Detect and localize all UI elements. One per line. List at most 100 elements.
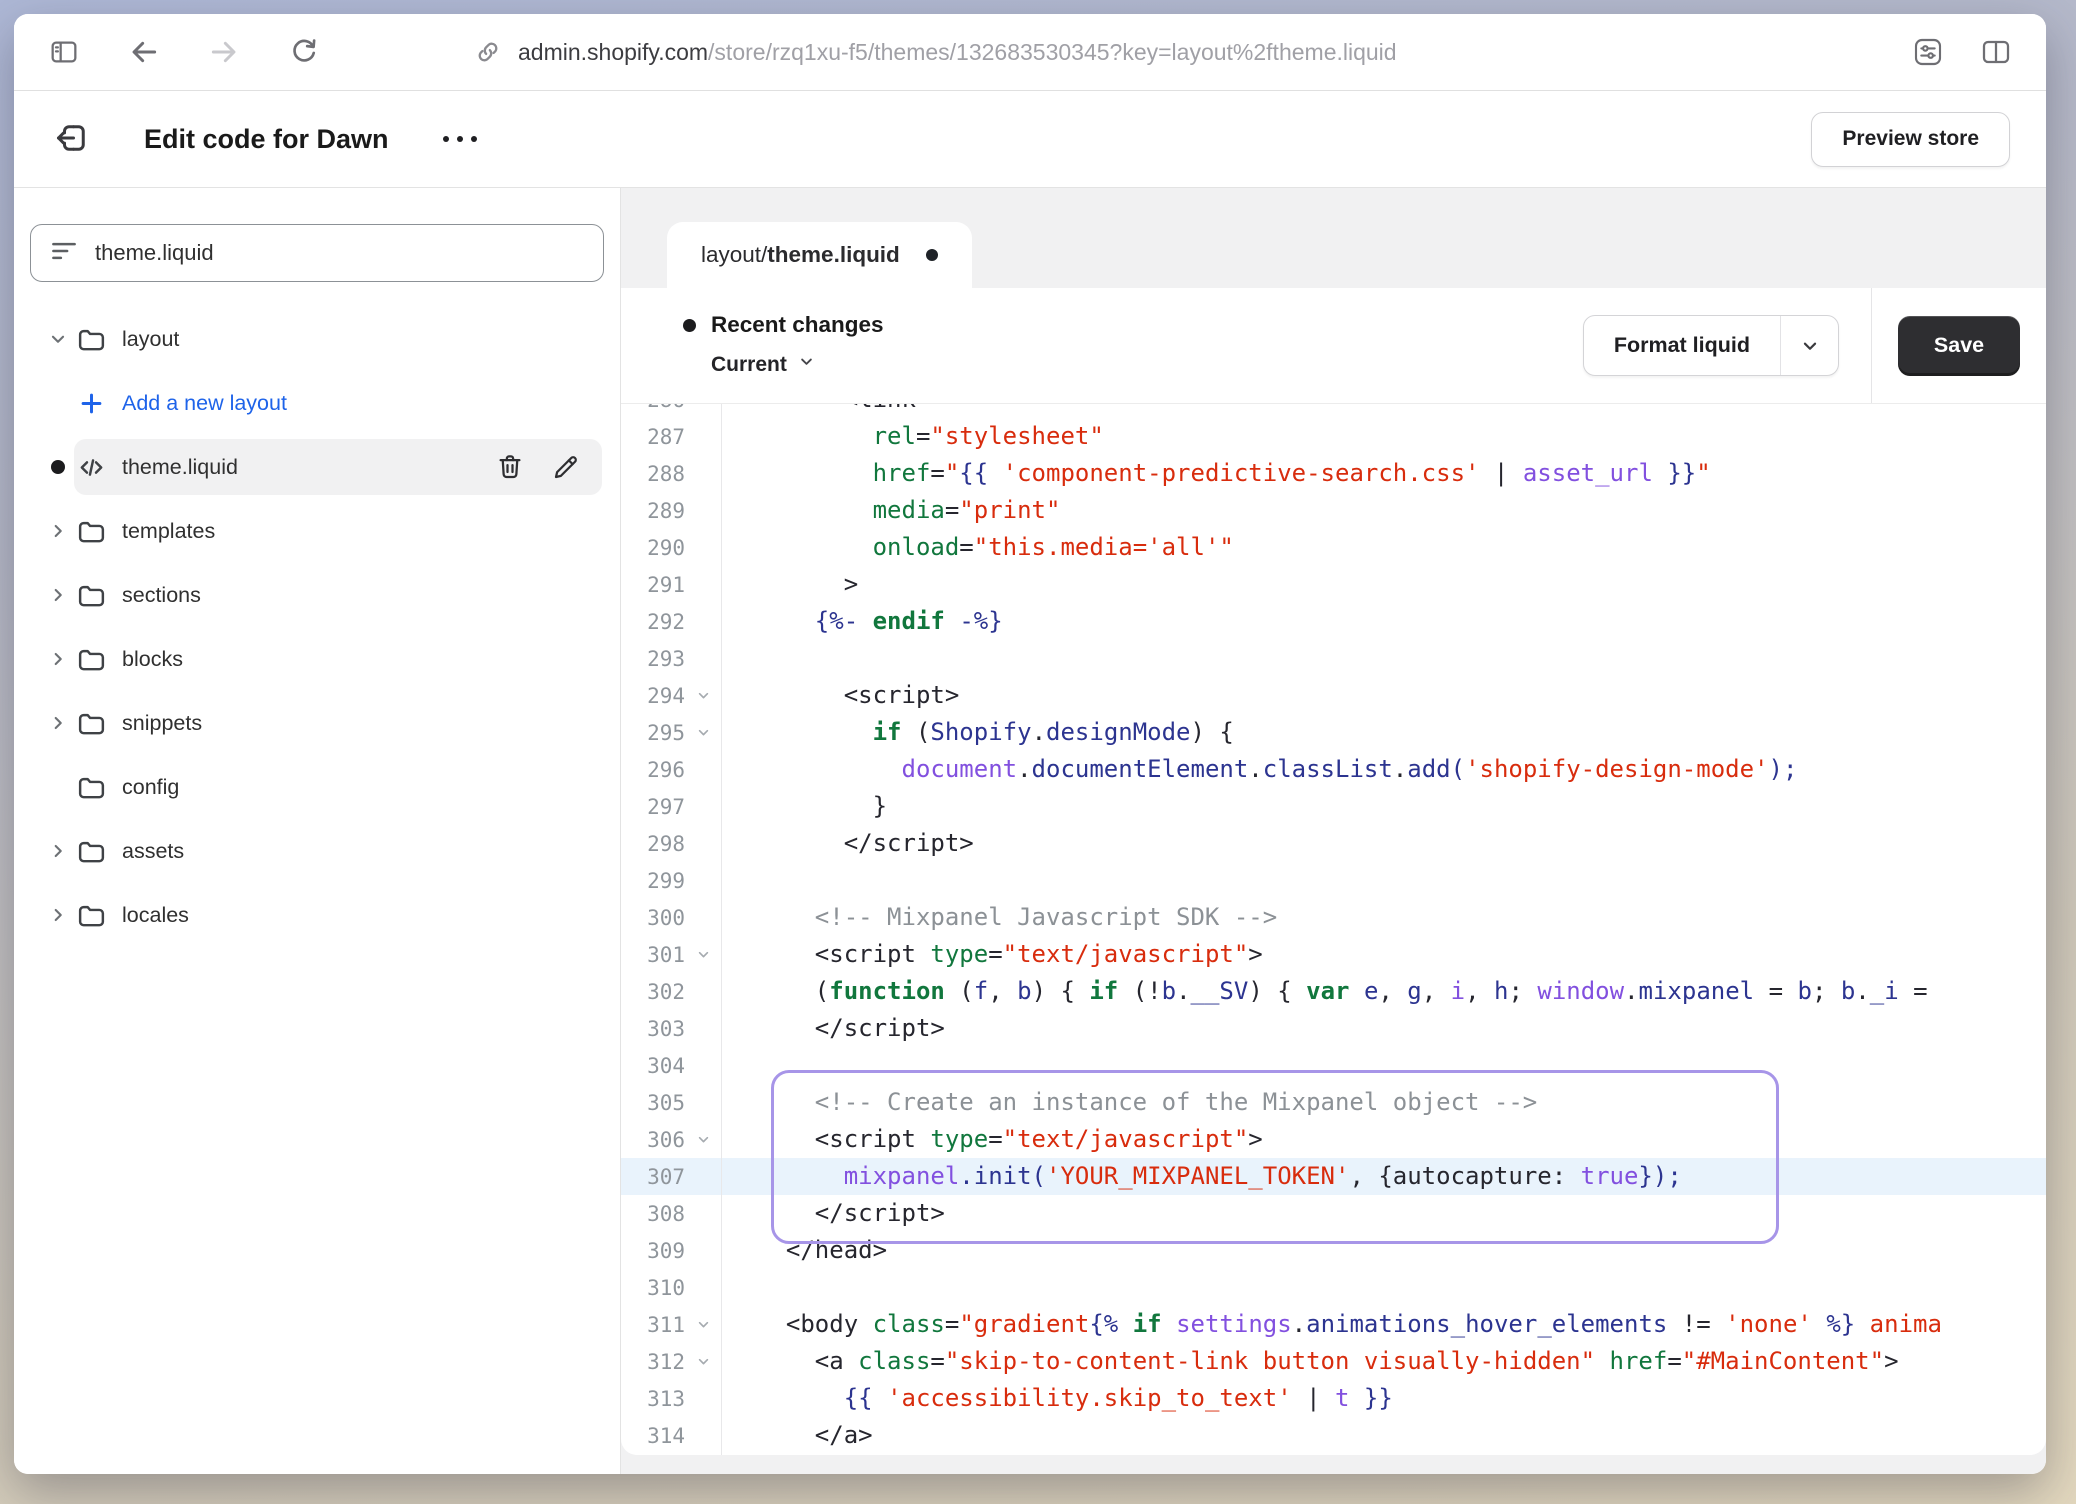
sidebar-item-locales[interactable]: locales	[30, 883, 604, 947]
fold-chevron-icon[interactable]	[685, 1131, 721, 1148]
code-line-309[interactable]: 309 </head>	[621, 1232, 2046, 1269]
page-title: Edit code for Dawn	[144, 124, 389, 155]
sidebar-item-label: templates	[122, 519, 215, 544]
delete-icon[interactable]	[494, 451, 526, 483]
chevron-right-icon[interactable]	[40, 584, 76, 606]
tab-layout-theme-liquid[interactable]: layout/theme.liquid	[667, 222, 972, 288]
preview-store-button[interactable]: Preview store	[1811, 112, 2010, 167]
address-bar[interactable]: admin.shopify.com/store/rzq1xu-f5/themes…	[474, 38, 1397, 66]
format-liquid-button[interactable]: Format liquid	[1583, 315, 1839, 376]
code-line-305[interactable]: 305 <!-- Create an instance of the Mixpa…	[621, 1084, 2046, 1121]
code-line-303[interactable]: 303 </script>	[621, 1010, 2046, 1047]
sidebar-item-label: theme.liquid	[122, 455, 238, 480]
code-line-text: </a>	[721, 1417, 873, 1454]
code-line-307[interactable]: 307 mixpanel.init('YOUR_MIXPANEL_TOKEN',…	[621, 1158, 2046, 1195]
line-number: 312	[621, 1350, 685, 1374]
code-line-text: href="{{ 'component-predictive-search.cs…	[721, 455, 1711, 492]
code-line-text: mixpanel.init('YOUR_MIXPANEL_TOKEN', {au…	[721, 1158, 1682, 1195]
editor-pane: layout/theme.liquid Recent changes Curre…	[621, 188, 2046, 1474]
fold-chevron-icon[interactable]	[685, 1353, 721, 1370]
code-line-302[interactable]: 302 (function (f, b) { if (!b.__SV) { va…	[621, 973, 2046, 1010]
code-line-291[interactable]: 291 >	[621, 566, 2046, 603]
code-line-310[interactable]: 310	[621, 1269, 2046, 1306]
line-number: 287	[621, 425, 685, 449]
more-options-icon[interactable]	[443, 136, 477, 142]
chevron-right-icon[interactable]	[40, 520, 76, 542]
code-line-306[interactable]: 306 <script type="text/javascript">	[621, 1121, 2046, 1158]
exit-editor-icon[interactable]	[50, 117, 94, 161]
code-editor[interactable]: 286 <link287 rel="stylesheet"288 href="{…	[621, 404, 2046, 1455]
code-line-text: document.documentElement.classList.add('…	[721, 751, 1797, 788]
chevron-right-icon[interactable]	[40, 840, 76, 862]
code-line-312[interactable]: 312 <a class="skip-to-content-link butto…	[621, 1343, 2046, 1380]
code-line-293[interactable]: 293	[621, 640, 2046, 677]
line-number: 301	[621, 943, 685, 967]
sidebar-item-blocks[interactable]: blocks	[30, 627, 604, 691]
code-line-286[interactable]: 286 <link	[621, 404, 2046, 418]
folder-icon	[76, 772, 122, 803]
code-line-296[interactable]: 296 document.documentElement.classList.a…	[621, 751, 2046, 788]
reload-icon[interactable]	[284, 32, 324, 72]
code-line-290[interactable]: 290 onload="this.media='all'"	[621, 529, 2046, 566]
search-input[interactable]	[95, 240, 585, 266]
code-line-313[interactable]: 313 {{ 'accessibility.skip_to_text' | t …	[621, 1380, 2046, 1417]
code-line-288[interactable]: 288 href="{{ 'component-predictive-searc…	[621, 455, 2046, 492]
chevron-right-icon[interactable]	[40, 904, 76, 926]
sidebar-toggle-icon[interactable]	[44, 32, 84, 72]
line-number: 288	[621, 462, 685, 486]
code-line-299[interactable]: 299	[621, 862, 2046, 899]
code-line-text: >	[721, 566, 858, 603]
code-line-297[interactable]: 297 }	[621, 788, 2046, 825]
code-line-308[interactable]: 308 </script>	[621, 1195, 2046, 1232]
split-view-icon[interactable]	[1976, 32, 2016, 72]
sidebar-item-snippets[interactable]: snippets	[30, 691, 604, 755]
code-line-text: }	[721, 788, 887, 825]
version-dropdown[interactable]: Current	[711, 352, 884, 377]
code-line-311[interactable]: 311 <body class="gradient{% if settings.…	[621, 1306, 2046, 1343]
code-line-287[interactable]: 287 rel="stylesheet"	[621, 418, 2046, 455]
chevron-down-icon[interactable]	[40, 328, 76, 350]
sidebar-item-assets[interactable]: assets	[30, 819, 604, 883]
sidebar-item-add-a-new-layout[interactable]: Add a new layout	[30, 371, 604, 435]
code-line-294[interactable]: 294 <script>	[621, 677, 2046, 714]
forward-icon[interactable]	[204, 32, 244, 72]
code-line-text: media="print"	[721, 492, 1060, 529]
code-line-text: <script>	[721, 677, 959, 714]
code-line-304[interactable]: 304	[621, 1047, 2046, 1084]
file-filter-box	[30, 224, 604, 282]
chevron-right-icon[interactable]	[40, 712, 76, 734]
fold-chevron-icon[interactable]	[685, 687, 721, 704]
fold-chevron-icon[interactable]	[685, 724, 721, 741]
code-line-289[interactable]: 289 media="print"	[621, 492, 2046, 529]
sidebar-item-layout[interactable]: layout	[30, 307, 604, 371]
sidebar-item-config[interactable]: config	[30, 755, 604, 819]
fold-chevron-icon[interactable]	[685, 946, 721, 963]
folder-icon	[76, 516, 122, 547]
code-line-text: </script>	[721, 825, 974, 862]
code-line-292[interactable]: 292 {%- endif -%}	[621, 603, 2046, 640]
sidebar-item-theme-liquid[interactable]: theme.liquid	[30, 435, 604, 499]
code-line-301[interactable]: 301 <script type="text/javascript">	[621, 936, 2046, 973]
code-line-298[interactable]: 298 </script>	[621, 825, 2046, 862]
code-line-text: </script>	[721, 1010, 945, 1047]
fold-chevron-icon[interactable]	[685, 1316, 721, 1333]
back-icon[interactable]	[124, 32, 164, 72]
code-line-295[interactable]: 295 if (Shopify.designMode) {	[621, 714, 2046, 751]
code-line-300[interactable]: 300 <!-- Mixpanel Javascript SDK -->	[621, 899, 2046, 936]
format-options-chevron-icon[interactable]	[1780, 316, 1838, 375]
sidebar-item-templates[interactable]: templates	[30, 499, 604, 563]
code-line-text: </script>	[721, 1195, 945, 1232]
line-number: 293	[621, 647, 685, 671]
sidebar-item-label: locales	[122, 903, 189, 928]
code-line-314[interactable]: 314 </a>	[621, 1417, 2046, 1454]
sidebar-item-label: blocks	[122, 647, 183, 672]
sidebar-item-sections[interactable]: sections	[30, 563, 604, 627]
save-button[interactable]: Save	[1898, 316, 2020, 376]
url-path: /store/rzq1xu-f5/themes/132683530345?key…	[708, 39, 1397, 65]
folder-icon	[76, 900, 122, 931]
edit-icon[interactable]	[550, 451, 582, 483]
code-line-text: rel="stylesheet"	[721, 418, 1104, 455]
chevron-right-icon[interactable]	[40, 648, 76, 670]
code-line-text: onload="this.media='all'"	[721, 529, 1234, 566]
page-settings-icon[interactable]	[1908, 32, 1948, 72]
